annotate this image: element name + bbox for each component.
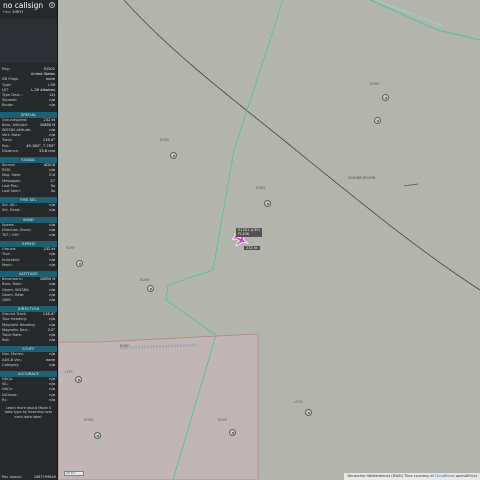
speed-rows: Ground: 232 kt True: n/a Indicated: n/a Mach: n… [0,247,57,268]
range-ring [123,0,480,291]
info-row: Last Seen: 5s [0,189,57,194]
hex-value[interactable]: 44ff1f [12,10,23,14]
row-label: Distance: [2,148,19,153]
info-row: QNH: n/a [0,298,57,303]
aircraft-label[interactable]: 51201 (L39) FL108 [236,228,262,237]
airport-icon[interactable] [229,429,236,436]
row-label: Last Seen: [2,189,21,194]
info-row: Distance: 53.8 nmi [0,149,57,154]
row-value: n/a [49,208,55,213]
aircraft-info-panel: no callsign Hex: 44ff1f × Reg.: 51201 Uni… [0,0,58,480]
info-row: Route: n/a [0,103,57,108]
row-label: TAT / OAT: [2,233,20,238]
row-value: 5s [50,189,55,194]
wind-rows: Speed: n/a Direction (from): n/a TAT / OAT: n… [0,223,57,239]
map-view[interactable]: EDRZ EDRV EDRS ZWEIBRUECKEN EDRP EDRB LF… [58,0,480,480]
map-label: EDRY [120,344,129,348]
map-label: EDRZ [370,82,380,86]
fms-sel-rows: Sel. Alt.: n/a Sel. Head.: n/a [0,203,57,213]
map-label: EDRA [84,418,94,422]
panel-footer: Pos. epoch: 1687799849 [0,474,57,480]
map-attribution: Deutscher Wetterdienst (DWD) Tiles court… [344,473,480,480]
info-row: Category: n/a [0,363,57,368]
row-label: Rc: [2,397,8,402]
direction-rows: Ground Track: 116.4° True Heading: n/a Magne… [0,312,57,343]
hex-label: Hex: [3,10,12,14]
signal-rows: Source: ADS-B RSSI: n/a Msg. Rate: 0.0 Message… [0,163,57,194]
row-value: n/a [49,397,55,402]
map-label: ZWEIBRUECKEN [348,176,376,180]
row-label: QNH: [2,297,12,302]
spatial-rows: Groundspeed: 232 kt Baro. Altitude: 10850 f… [0,118,57,154]
map-label: LFST [65,370,74,374]
altitude-rows: Barometric: 10850 ft Baro. Rate: n/a Geom. W… [0,277,57,303]
aircraft-label-line2: FL108 [238,232,249,237]
map-label: EDRV [160,138,170,142]
accuracy-rows: NACp: n/a SIL: n/a NACv: n/a NICbaro: n/a Rc: n/a [0,377,57,403]
airport-icon[interactable] [382,94,389,101]
airport-icon[interactable] [305,409,312,416]
row-value: n/a [49,338,55,343]
panel-header: no callsign Hex: 44ff1f × [0,0,57,18]
route-value: n/a [49,103,55,108]
info-row: Sel. Head.: n/a [0,208,57,213]
map-label: EDRP [66,246,76,250]
airport-icon[interactable] [264,200,271,207]
airport-icon[interactable] [374,117,381,124]
airport-icon[interactable] [170,152,177,159]
info-row: TAT / OAT: n/a [0,233,57,238]
app-root: no callsign Hex: 44ff1f × Reg.: 51201 Uni… [0,0,480,480]
attribution-text: Deutscher Wetterdienst (DWD) Tiles court… [347,474,434,478]
map-label: EDRB [140,278,150,282]
aircraft-label-line3: 232 kt [246,246,258,250]
airport-icon[interactable] [147,285,154,292]
map-label: EDSP [218,418,227,422]
info-row: Mach: n/a [0,263,57,268]
map-overlay [58,0,480,480]
row-label: Sel. Head.: [2,208,22,213]
row-label: Mach: [2,262,13,267]
row-value: n/a [49,262,55,267]
reg-label: Reg.: [2,67,12,71]
attribution-openaip[interactable]: openAIP.net [456,474,477,478]
close-icon[interactable]: × [49,2,55,8]
airspace-region [58,333,259,480]
hex-line: Hex: 44ff1f [3,10,54,15]
aircraft-photo-placeholder [0,19,57,63]
airport-icon[interactable] [76,260,83,267]
airport-icon[interactable] [94,432,101,439]
help-text: Learn more about Mode S data type by hov… [4,405,53,419]
row-value: 53.8 nmi [39,148,55,153]
attribution-link[interactable]: CloudBurst [435,474,455,478]
row-value: n/a [49,362,55,367]
route-label: Route: [2,103,14,108]
callsign: no callsign [3,1,44,10]
stuff-rows: Nav. Modes: n/a ADS-B Ver.: none Category: n/… [0,352,57,368]
row-label: Roll: [2,338,10,343]
aircraft-speed-label: 232 kt [244,246,260,251]
pos-epoch-label: Pos. epoch: [2,475,23,479]
airport-icon[interactable] [75,376,82,383]
map-label: LFGE [294,400,303,404]
row-label: Category: [2,362,20,367]
row-value: n/a [49,297,55,302]
info-row: Roll: n/a [0,338,57,343]
scale-bar: 10 km [64,471,84,476]
map-label: EDRS [256,186,266,190]
pos-epoch-value: 1687799849 [33,475,56,479]
row-value: n/a [49,233,55,238]
